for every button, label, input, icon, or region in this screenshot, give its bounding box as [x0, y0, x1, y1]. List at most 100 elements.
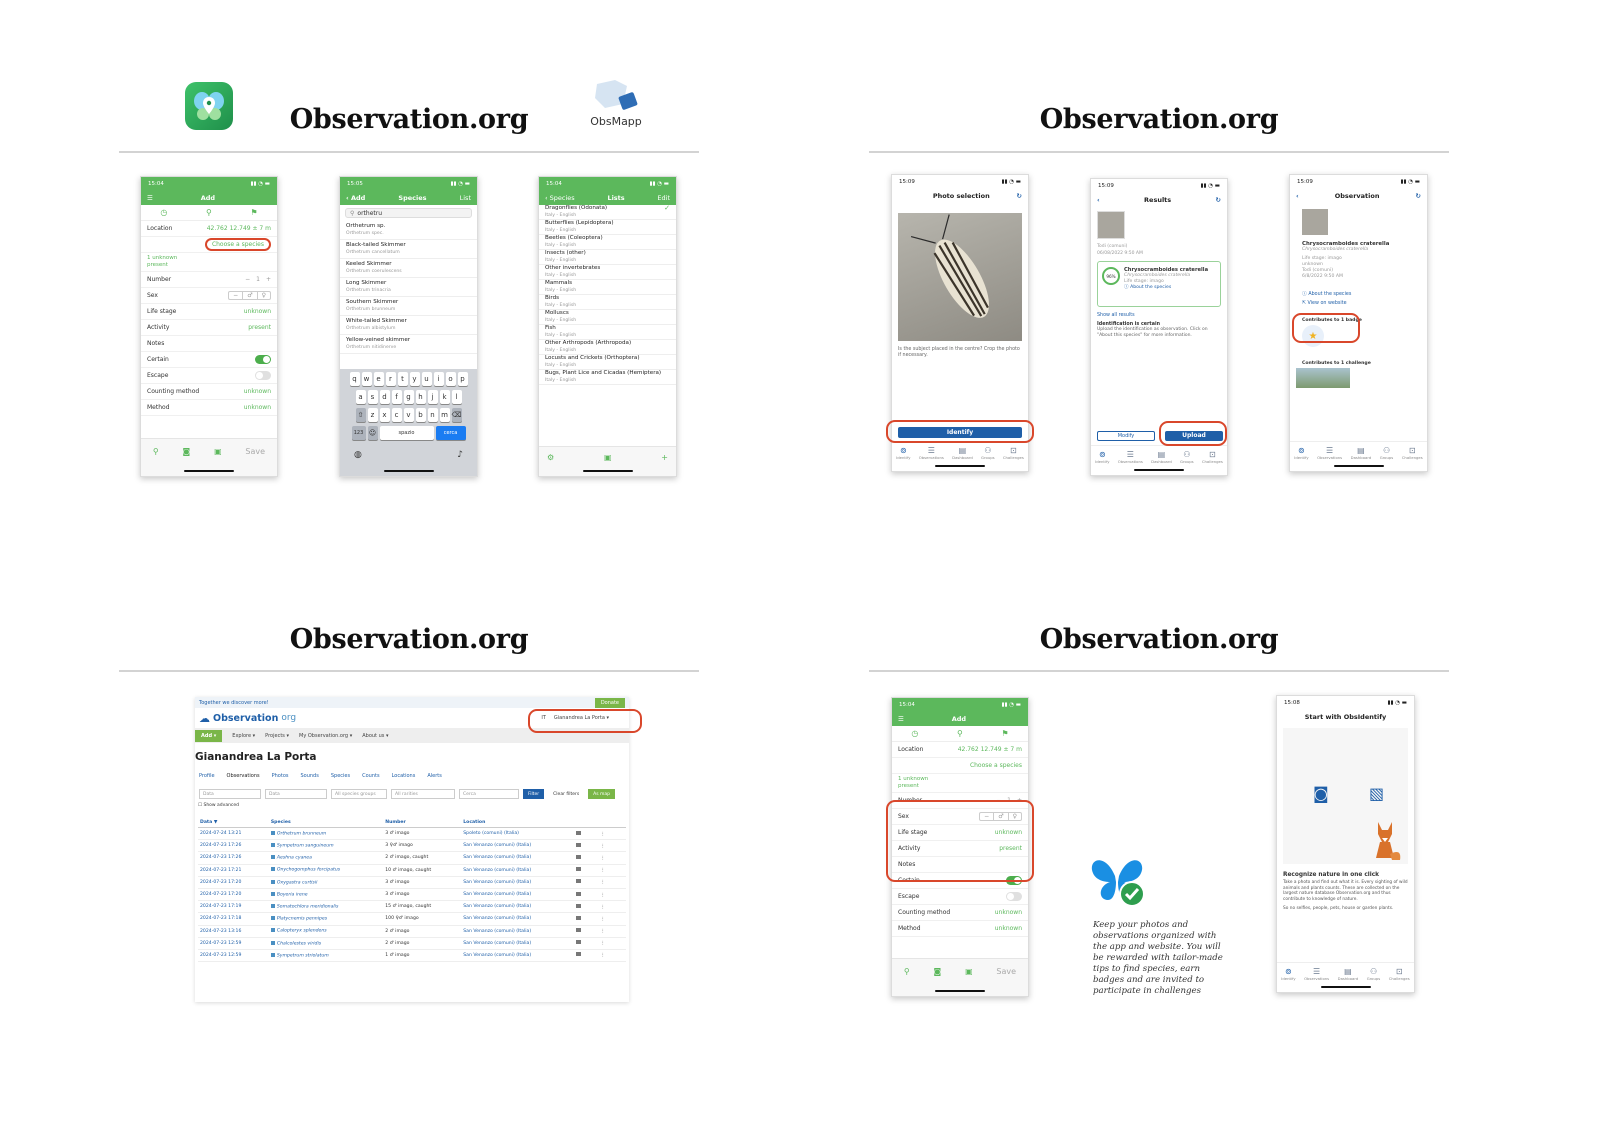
refresh-icon[interactable]: ↻ — [1416, 192, 1421, 200]
row-date[interactable]: 2024-07-23 17:19 — [198, 900, 269, 914]
tab-dashboard[interactable]: ▤ Dashboard — [1338, 967, 1359, 981]
row-species[interactable]: Oxygastra curtisii — [268, 876, 384, 889]
row-location[interactable]: San Venanzo (comuni) (Italia) — [461, 900, 574, 914]
counting-row[interactable]: Counting method unknown — [141, 384, 277, 400]
row-date[interactable]: 2024-07-23 12:59 — [198, 949, 269, 963]
row-date[interactable]: 2024-07-23 17:26 — [198, 839, 269, 853]
pin-icon[interactable]: ⚲ — [153, 447, 159, 456]
row-location[interactable]: San Venanzo (comuni) (Italia) — [461, 925, 574, 938]
as-map-button[interactable]: As map — [588, 789, 616, 799]
camera-icon[interactable]: ◙ — [183, 447, 191, 456]
keyboard-key[interactable]: i — [433, 372, 444, 386]
row-location[interactable]: San Venanzo (comuni) (Italia) — [461, 949, 574, 963]
list-item[interactable]: Locusts and Crickets (Orthoptera) Italy -… — [539, 355, 676, 370]
about-species-link[interactable]: ⓘ About the species — [1302, 290, 1415, 299]
row-location[interactable]: San Venanzo (comuni) (Italia) — [461, 839, 574, 853]
keyboard-key[interactable]: q — [349, 372, 360, 386]
row-actions[interactable]: ⋮ — [573, 839, 626, 853]
globe-icon[interactable]: ◍ — [354, 450, 362, 460]
more-icon[interactable]: ⋮ — [601, 868, 606, 873]
show-advanced-checkbox[interactable]: ☐ Show advanced — [195, 803, 629, 808]
keyboard-key[interactable]: j — [427, 390, 438, 404]
list-item[interactable]: Other Arthropods (Arthropoda) Italy - Eng… — [539, 340, 676, 355]
notes-row[interactable]: Notes — [141, 336, 277, 352]
location-pin-icon[interactable]: ⚲ — [957, 729, 963, 738]
menu-item[interactable]: Projects ▾ — [265, 733, 289, 739]
table-row[interactable]: 2024-07-23 17:18 Platycnemis pennipes 100 … — [198, 912, 626, 926]
add-icon[interactable]: + — [661, 453, 668, 462]
keyboard-key[interactable]: u — [421, 372, 432, 386]
tab-groups[interactable]: ⚇ Groups — [1367, 967, 1381, 981]
row-location[interactable]: San Venanzo (comuni) (Italia) — [461, 912, 574, 926]
location-row[interactable]: Location 42.762 12.749 ± 7 m — [141, 221, 277, 237]
column-header[interactable]: Number — [383, 818, 462, 828]
settings-icon[interactable]: ⚙ — [547, 453, 554, 462]
life-stage-row[interactable]: Life stage unknown — [141, 304, 277, 320]
menu-item[interactable]: Add ▾ — [195, 729, 223, 742]
sex-selector[interactable]: − ♂ ♀ — [228, 291, 271, 300]
save-button[interactable]: Save — [245, 447, 265, 456]
keyboard-key[interactable]: t — [397, 372, 408, 386]
camera-icon[interactable]: ◙ — [934, 967, 942, 976]
pin-icon[interactable]: ⚑ — [1001, 729, 1008, 738]
table-row[interactable]: 2024-07-23 17:19 Somatochlora meridionali… — [198, 900, 626, 914]
species-row[interactable]: Choose a species — [892, 758, 1028, 774]
gallery-icon[interactable]: ▧ — [1369, 784, 1384, 803]
location-row[interactable]: Location 42.762 12.749 ± 7 m — [892, 742, 1028, 758]
result-card[interactable]: 96% Chrysocramboides craterella Chrysocra… — [1097, 261, 1221, 307]
column-header[interactable]: Species — [268, 818, 384, 828]
tab-groups[interactable]: ⚇ Groups — [981, 446, 995, 460]
delete-key[interactable]: ⌫ — [451, 408, 462, 422]
numbers-key[interactable]: 123 — [351, 426, 366, 440]
tab-observations[interactable]: ☰ Observations — [1118, 450, 1143, 464]
row-species[interactable]: Aeshna cyanea — [268, 851, 384, 865]
profile-tab[interactable]: Sounds — [300, 773, 318, 779]
list-item[interactable]: Birds Italy - English — [539, 295, 676, 310]
column-header[interactable]: Location — [461, 818, 574, 828]
row-actions[interactable]: ⋮ — [573, 900, 626, 914]
row-date[interactable]: 2024-07-23 17:21 — [198, 864, 269, 877]
gallery-icon[interactable]: ▣ — [604, 453, 612, 462]
list-item[interactable]: White-tailed Skimmer Orthetrum albistylum — [340, 316, 477, 335]
row-date[interactable]: 2024-07-23 13:16 — [198, 925, 269, 938]
minus-button[interactable]: − — [245, 276, 250, 283]
keyboard-key[interactable]: x — [379, 408, 390, 422]
donate-button[interactable]: Donate — [594, 697, 625, 708]
table-row[interactable]: 2024-07-24 13:21 Orthetrum brunneum 3 ♂ im… — [198, 827, 626, 841]
species-search-input[interactable]: ⚲ orthetru — [345, 208, 472, 218]
table-row[interactable]: 2024-07-23 17:20 Boyeria irene 3 ♂ imago Sa… — [198, 888, 626, 902]
clear-filters-button[interactable]: Clear filters — [548, 789, 584, 799]
keyboard-key[interactable]: l — [451, 390, 462, 404]
row-date[interactable]: 2024-07-23 17:18 — [198, 912, 269, 926]
keyboard-key[interactable]: s — [367, 390, 378, 404]
row-actions[interactable]: ⋮ — [573, 876, 626, 889]
refresh-icon[interactable]: ↻ — [1017, 192, 1022, 200]
keyboard-key[interactable]: n — [427, 408, 438, 422]
row-species[interactable]: Calopteryx splendens — [268, 925, 384, 938]
refresh-icon[interactable]: ↻ — [1216, 196, 1221, 204]
species-row[interactable]: Choose a species — [141, 237, 277, 253]
list-item[interactable]: Yellow-veined skimmer Orthetrum nitidiner… — [340, 335, 477, 354]
keyboard-key[interactable]: p — [457, 372, 468, 386]
tab-dashboard[interactable]: ▤ Dashboard — [1351, 446, 1372, 460]
show-all-results-link[interactable]: Show all results — [1091, 311, 1227, 320]
pin-icon[interactable]: ⚑ — [250, 208, 257, 217]
choose-species-button[interactable]: Choose a species — [204, 238, 271, 251]
clock-icon[interactable]: ◷ — [160, 208, 167, 217]
profile-tab[interactable]: Photos — [272, 773, 289, 779]
profile-tab[interactable]: Observations — [227, 773, 260, 779]
gallery-icon[interactable]: ▣ — [965, 967, 973, 976]
tab-observations[interactable]: ☰ Observations — [1304, 967, 1329, 981]
tab-challenges[interactable]: ⊡ Challenges — [1402, 446, 1423, 460]
row-location[interactable]: Spoleto (comuni) (Italia) — [461, 827, 574, 841]
keyboard-key[interactable]: e — [373, 372, 384, 386]
list-item[interactable]: Dragonflies (Odonata) Italy - English ✓ — [539, 205, 676, 220]
list-item[interactable]: Molluscs Italy - English — [539, 310, 676, 325]
modify-button[interactable]: Modify — [1097, 431, 1155, 441]
keyboard-key[interactable]: a — [355, 390, 366, 404]
escape-toggle[interactable] — [1006, 892, 1022, 901]
clock-icon[interactable]: ◷ — [911, 729, 918, 738]
keyboard-key[interactable]: o — [445, 372, 456, 386]
row-species[interactable]: Orthetrum brunneum — [268, 827, 384, 841]
edit-button[interactable]: Edit — [657, 194, 670, 202]
